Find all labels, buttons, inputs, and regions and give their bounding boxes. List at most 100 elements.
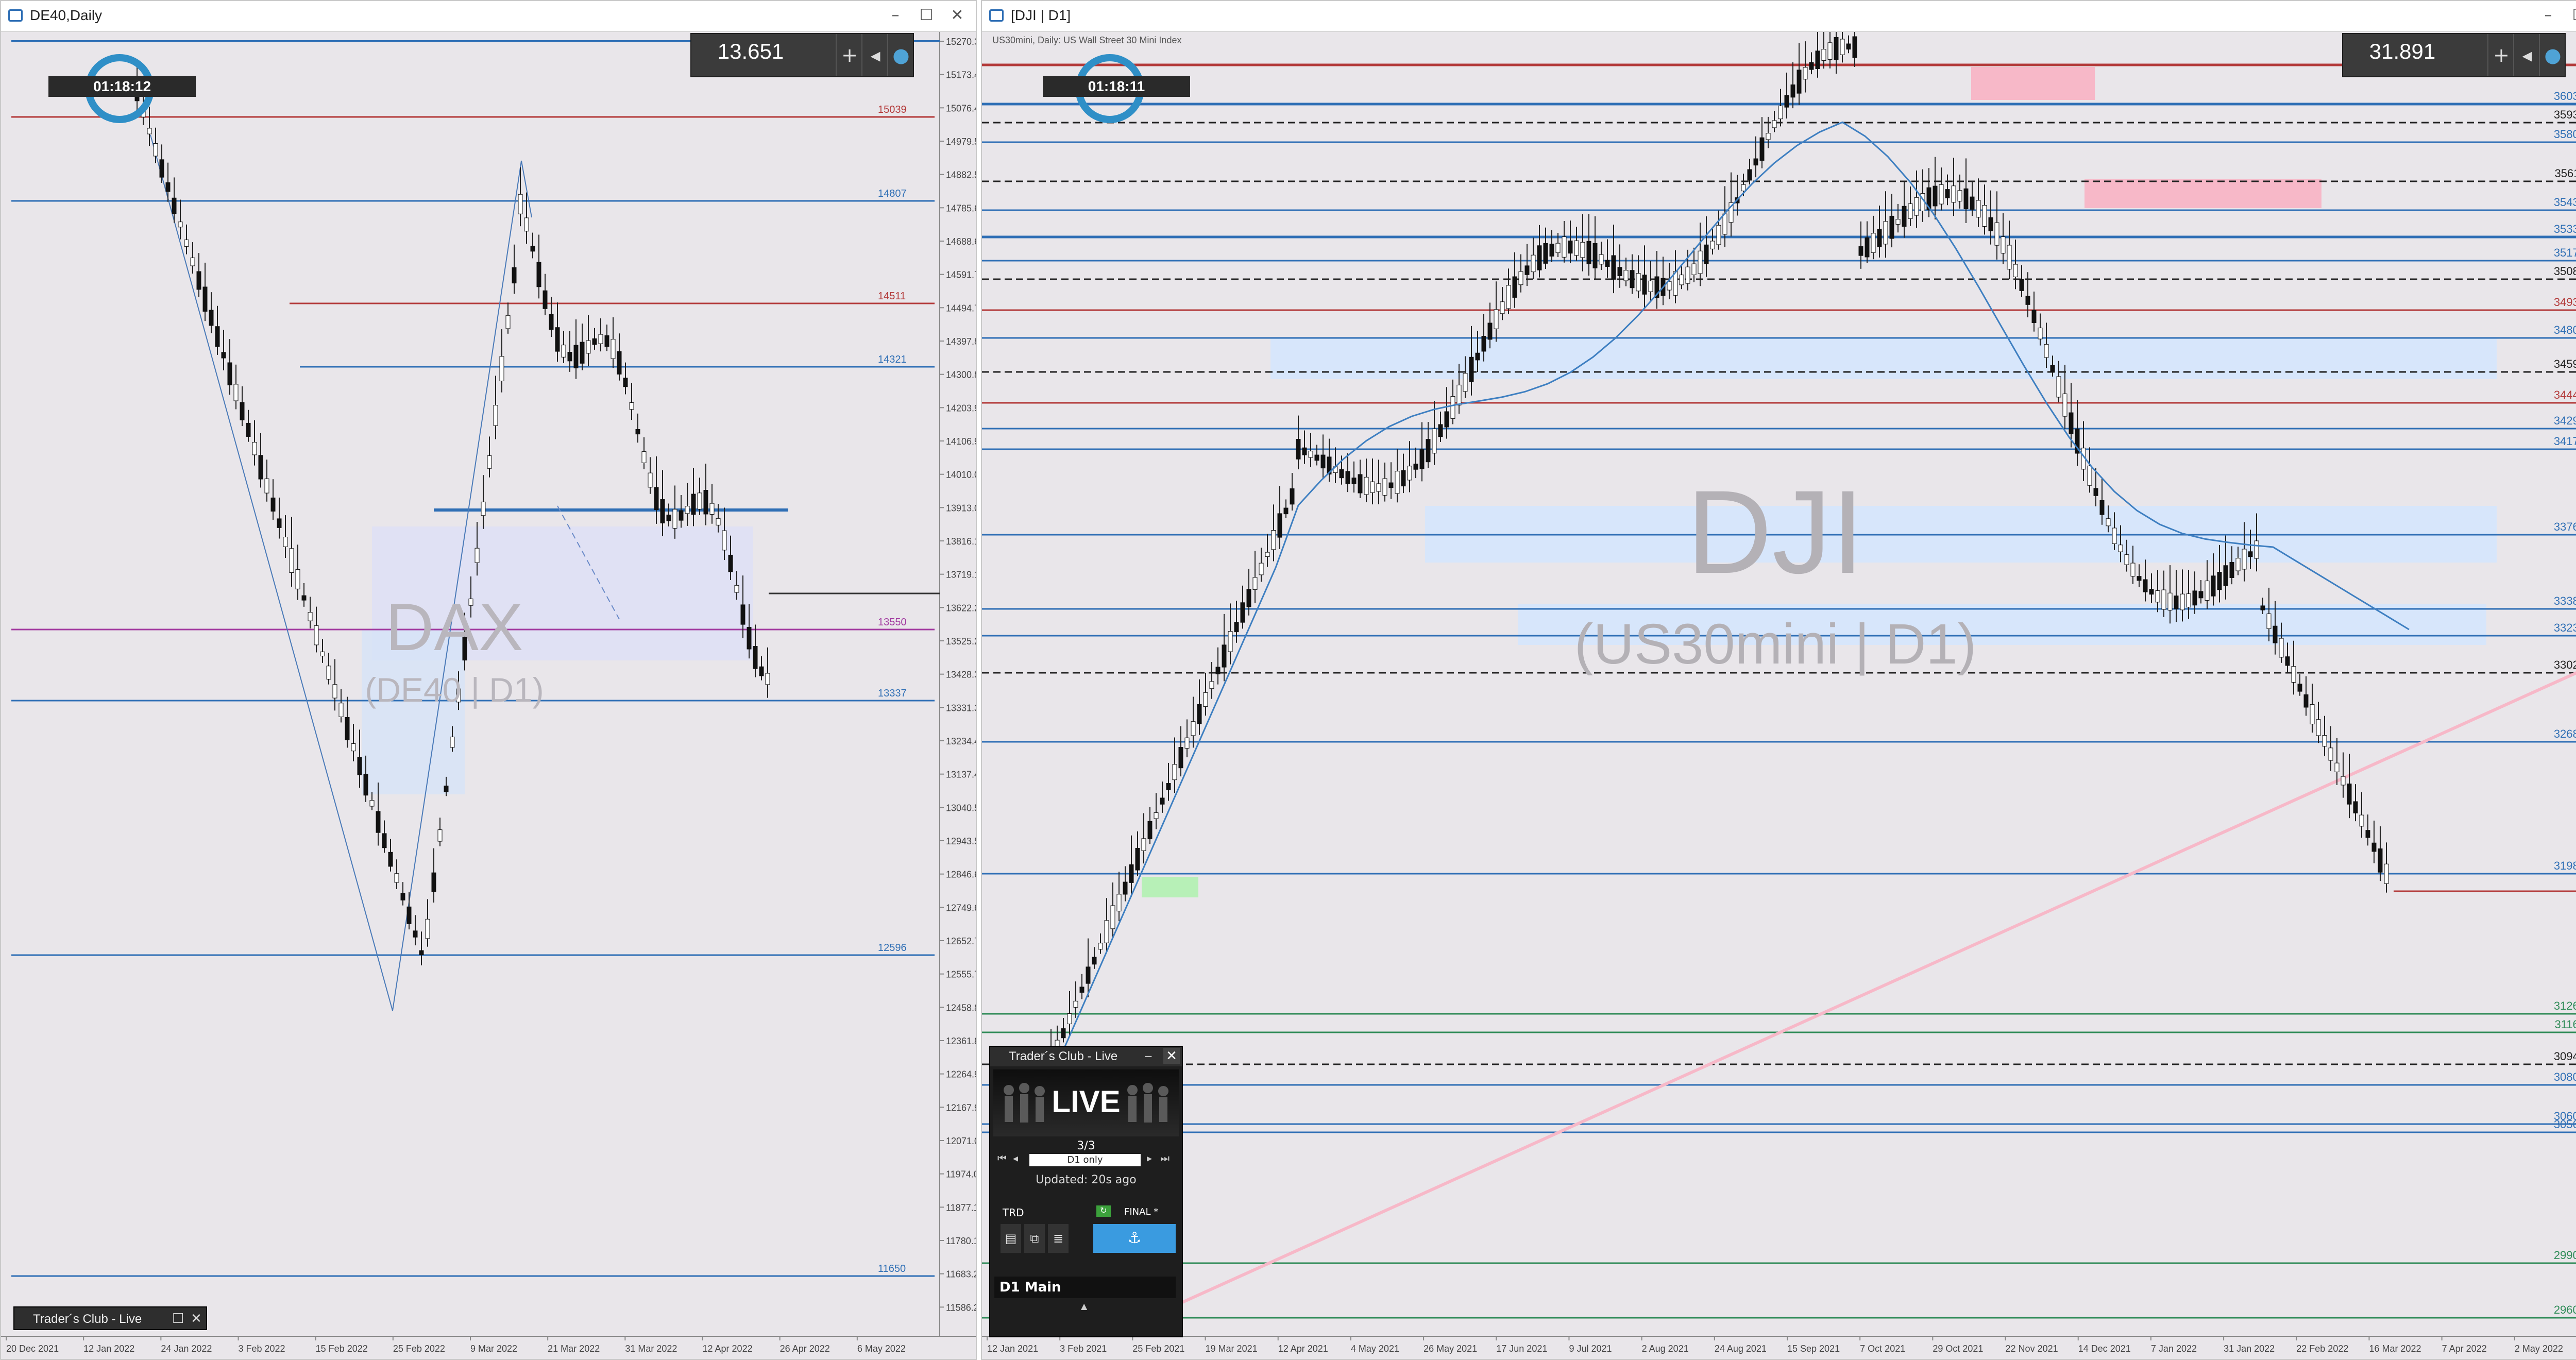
y-tick-label: 14203.90 bbox=[946, 403, 976, 413]
candle-body bbox=[1098, 943, 1103, 950]
close-icon[interactable]: ✕ bbox=[191, 1311, 202, 1327]
candle-body bbox=[747, 626, 752, 650]
collapse-arrow-button[interactable]: ◂ bbox=[861, 34, 888, 76]
candle-body bbox=[1790, 84, 1795, 98]
candle-body bbox=[1957, 190, 1962, 201]
candle-body bbox=[2161, 589, 2166, 610]
windows-icon[interactable]: ⧉ bbox=[1024, 1224, 1045, 1253]
x-tick-label: 22 Feb 2022 bbox=[2296, 1344, 2348, 1354]
candle-body bbox=[1722, 213, 1727, 235]
candle-body bbox=[209, 310, 214, 326]
dji-chart-canvas[interactable]: 36342.0036169.0035996.0035823.0035650.00… bbox=[982, 32, 2576, 1359]
candle-body bbox=[1086, 966, 1091, 984]
candle-body bbox=[1821, 48, 1826, 61]
maximize-button[interactable]: ☐ bbox=[911, 5, 942, 26]
dji-price-chart[interactable]: 36342.0036169.0035996.0035823.0035650.00… bbox=[982, 32, 2576, 1359]
candle-body bbox=[2137, 576, 2142, 581]
refresh-icon[interactable]: ↻ bbox=[1096, 1205, 1111, 1217]
candle-body bbox=[406, 906, 412, 924]
candle-body bbox=[716, 518, 721, 525]
candle-body bbox=[2198, 591, 2204, 599]
maximize-button[interactable]: ☐ bbox=[2564, 5, 2576, 26]
candle-body bbox=[2260, 605, 2265, 610]
chart-subtitle: US30mini, Daily: US Wall Street 30 Mini … bbox=[992, 35, 1182, 45]
traders-club-minimized-panel[interactable]: Trader´s Club - Live ☐ ✕ bbox=[13, 1306, 207, 1330]
minimize-button[interactable]: – bbox=[2533, 5, 2564, 26]
x-tick-label: 17 Jun 2021 bbox=[1496, 1344, 1547, 1354]
candle-body bbox=[1215, 667, 1221, 674]
candle-body bbox=[2155, 590, 2160, 603]
y-tick-label: 12361.85 bbox=[946, 1036, 976, 1046]
minimize-icon[interactable]: – bbox=[1145, 1049, 1151, 1063]
candle-body bbox=[1314, 454, 1319, 461]
collapse-arrow-button[interactable]: ◂ bbox=[2513, 34, 2540, 76]
candle-body bbox=[1586, 241, 1591, 264]
level-label: 13550 bbox=[878, 617, 907, 628]
candle-body bbox=[1994, 222, 1999, 246]
level-label: 35178 bbox=[2554, 246, 2576, 259]
candle-body bbox=[1580, 242, 1585, 258]
document-icon[interactable]: ▤ bbox=[1001, 1224, 1021, 1253]
candle-body bbox=[1902, 206, 1907, 227]
candle-body bbox=[1500, 301, 1505, 314]
candle-body bbox=[679, 510, 684, 521]
candle-body bbox=[691, 494, 696, 515]
y-tick-label: 12749.65 bbox=[946, 903, 976, 913]
candle-body bbox=[1290, 488, 1295, 505]
candle-body bbox=[2192, 590, 2197, 606]
candle-body bbox=[1252, 577, 1258, 590]
candle-body bbox=[1339, 469, 1344, 479]
dax-price-chart[interactable]: 15270.30 15173.40 15076.45 14979.50 14882.55… bbox=[1, 32, 976, 1359]
plus-button[interactable]: + bbox=[2487, 34, 2514, 76]
pager-last-button[interactable]: ⏭ bbox=[1160, 1152, 1170, 1164]
anchor-button[interactable]: ⚓ bbox=[1093, 1224, 1176, 1253]
chart-window-icon bbox=[989, 9, 1004, 22]
candle-body bbox=[1524, 265, 1530, 275]
trendline bbox=[1177, 671, 2576, 1306]
chart-window-icon bbox=[8, 9, 23, 22]
candle-body bbox=[338, 703, 344, 717]
restore-icon[interactable]: ☐ bbox=[172, 1311, 184, 1327]
candle-body bbox=[734, 585, 739, 593]
candle-body bbox=[1543, 243, 1548, 264]
close-icon[interactable]: ✕ bbox=[1163, 1048, 1180, 1064]
toggle-icon[interactable]: ● bbox=[2539, 34, 2566, 76]
close-button[interactable]: ✕ bbox=[942, 5, 973, 26]
x-tick-label: 24 Jan 2022 bbox=[161, 1344, 212, 1354]
candle-body bbox=[1506, 285, 1511, 309]
y-tick-label: 13331.35 bbox=[946, 703, 976, 713]
window-titlebar[interactable]: DE40,Daily – ☐ ✕ bbox=[1, 1, 976, 32]
candle-body bbox=[1555, 243, 1561, 253]
pager-first-button[interactable]: ⏮ bbox=[997, 1152, 1007, 1164]
level-label: 35331 bbox=[2554, 223, 2576, 235]
collapse-arrow-icon[interactable]: ▲ bbox=[1081, 1301, 1087, 1311]
live-banner: LIVE bbox=[993, 1069, 1179, 1136]
pager-prev-button[interactable]: ◂ bbox=[1013, 1152, 1018, 1164]
candle-body bbox=[592, 338, 597, 345]
pager-next-button[interactable]: ▸ bbox=[1147, 1152, 1152, 1164]
filter-select[interactable]: D1 only bbox=[1029, 1154, 1141, 1166]
y-tick-label: 13428.30 bbox=[946, 670, 976, 680]
level-label: 32681 bbox=[2554, 727, 2576, 740]
dax-chart-canvas[interactable]: 15270.30 15173.40 15076.45 14979.50 14882.55… bbox=[1, 32, 976, 1359]
database-icon[interactable]: ≣ bbox=[1048, 1224, 1069, 1253]
y-tick-label: 15076.45 bbox=[946, 103, 976, 113]
candle-body bbox=[1685, 266, 1690, 284]
candle-body bbox=[1574, 240, 1579, 256]
window-titlebar[interactable]: [DJI | D1] – ☐ ✕ bbox=[982, 1, 2576, 32]
y-tick-label: 14010.00 bbox=[946, 470, 976, 480]
candle-body bbox=[394, 873, 399, 883]
x-tick-label: 26 May 2021 bbox=[1423, 1344, 1477, 1354]
candle-body bbox=[1463, 373, 1468, 392]
candle-body bbox=[233, 384, 239, 401]
toggle-icon[interactable]: ● bbox=[887, 34, 914, 76]
candle-body bbox=[666, 515, 671, 521]
x-tick-label: 20 Dec 2021 bbox=[6, 1344, 59, 1354]
candle-body bbox=[1605, 260, 1610, 267]
plus-button[interactable]: + bbox=[836, 34, 862, 76]
candle-body bbox=[2291, 666, 2296, 683]
minimize-button[interactable]: – bbox=[880, 5, 911, 26]
traders-club-live-panel[interactable]: Trader´s Club - Live – ✕ LIVE 3/3 ⏮ ◂ D1… bbox=[989, 1046, 1183, 1337]
candle-body bbox=[1172, 764, 1177, 780]
x-tick-label: 9 Jul 2021 bbox=[1569, 1344, 1612, 1354]
